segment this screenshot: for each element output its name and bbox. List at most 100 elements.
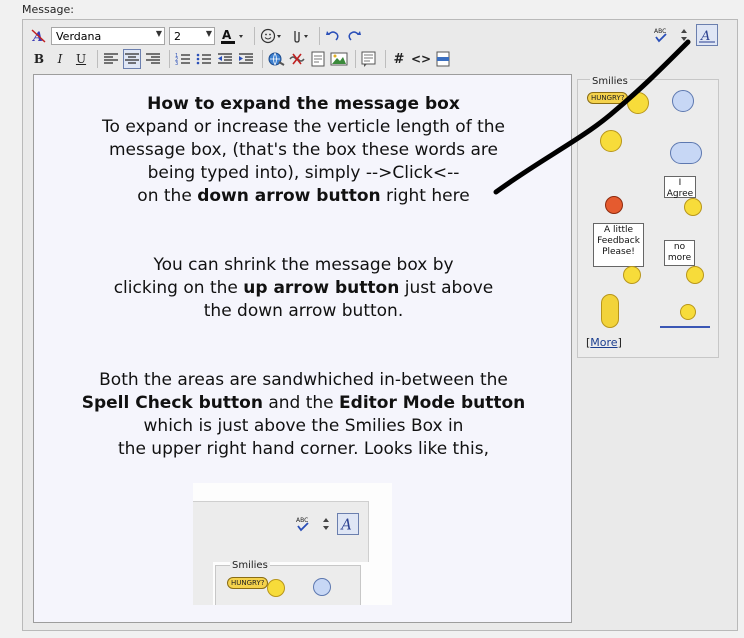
quote-icon [361,51,376,67]
ordered-list-button[interactable]: 123 [174,49,192,69]
inset-editor-edge [193,561,213,605]
resize-arrows-button[interactable] [675,25,693,45]
remove-format-icon[interactable]: A [30,26,48,46]
align-center-icon [125,53,139,64]
hungry-smilie[interactable]: HUNGRY? [587,92,629,104]
inset-smilies-title: Smilies [230,560,270,571]
font-size-select[interactable]: 2 ▼ [169,27,215,45]
align-left-button[interactable] [102,49,120,69]
unordered-list-button[interactable] [195,49,213,69]
font-name-select[interactable]: Verdana ▼ [51,27,165,45]
message-line: being typed into), simply -->Click<-- [147,163,460,183]
remove-link-button[interactable] [288,49,306,69]
message-line: You can shrink the message box by [153,255,454,275]
globe-link-icon [268,52,285,66]
image-icon [330,52,348,66]
insert-hash-button[interactable]: # [390,49,408,69]
message-line: the upper right hand corner. Looks like … [118,439,489,459]
italic-button[interactable]: I [51,49,69,69]
toolbar-divider [385,50,386,68]
align-left-icon [104,53,118,64]
svg-text:3: 3 [175,61,178,66]
chevron-down-icon: ▼ [155,29,162,38]
align-center-button[interactable] [123,49,141,69]
svg-text:ABC: ABC [296,517,308,524]
message-line: message box, (that's the box these words… [108,140,499,160]
message-line: Both the areas are sandwhiched in-betwee… [99,370,508,390]
banana-smilie[interactable] [601,294,619,328]
editor-mode-icon: A [699,29,715,44]
agree-sign-smilie[interactable]: I Agree [664,176,696,199]
group-thumbs-smilie[interactable] [670,142,702,164]
message-line: Spell Check button and the Editor Mode b… [81,393,526,413]
insert-image-button[interactable] [330,49,348,69]
message-line: which is just above the Smilies Box in [143,416,464,436]
spell-check-icon: ABC [654,28,667,43]
spell-check-icon: ABC [296,517,309,532]
toolbar-divider [169,50,170,68]
feedback-sign-smilie[interactable]: A little Feedback Please! [593,223,644,267]
insert-php-button[interactable] [434,49,452,69]
hungry-smilie-face [267,579,285,597]
bold-button[interactable]: B [30,49,48,69]
feedback-sign-face [623,266,641,284]
font-size-value: 2 [174,29,181,43]
insert-email-button[interactable] [309,49,327,69]
undo-button[interactable] [324,26,342,46]
message-line: the down arrow button. [203,301,404,321]
message-label: Message: [22,3,74,16]
indent-button[interactable] [237,49,255,69]
chevron-down-icon: ▼ [205,29,212,38]
smilies-title: Smilies [590,76,630,87]
smiley-icon [260,28,281,44]
toolbar-right: ABC A [652,24,721,46]
example-screenshot: ABC A Smilies HUNGRY? [193,483,392,605]
wave-smilie[interactable] [600,130,622,152]
insert-link-button[interactable] [267,49,285,69]
message-line: on the down arrow button right here [137,186,470,206]
attach-button[interactable] [288,26,312,46]
toolbar-divider [355,50,356,68]
hungry-smilie: HUNGRY? [227,577,269,589]
text-color-icon: A [221,28,243,44]
hungry-smilie-face[interactable] [627,92,649,114]
insert-code-button[interactable]: <> [411,49,431,69]
quote-button[interactable] [360,49,378,69]
align-right-button[interactable] [144,49,162,69]
insert-smilie-button[interactable] [259,26,285,46]
svg-text:A: A [339,518,351,534]
spell-check-button[interactable]: ABC [652,25,672,45]
redo-button[interactable] [345,26,363,46]
ordered-list-icon: 123 [175,53,190,66]
thumbs-up-smilie [313,578,331,596]
svg-text:A: A [222,28,232,42]
up-down-arrows-icon [323,518,329,530]
redo-icon [348,31,361,41]
editor-mode-button[interactable]: A [696,24,718,46]
more-smilies-link[interactable]: More [590,336,617,349]
toolbar-row-1: A Verdana ▼ 2 ▼ A [30,24,366,48]
agree-sign-face [684,198,702,216]
outdent-button[interactable] [216,49,234,69]
undo-icon [326,31,339,41]
text-color-button[interactable]: A [219,26,247,46]
php-icon [436,51,450,67]
angry-smilie[interactable] [605,196,623,214]
svg-text:ABC: ABC [654,28,666,35]
align-right-icon [146,53,160,64]
jumping-smilie[interactable] [660,298,710,328]
unlink-icon [289,53,305,65]
underline-button[interactable]: U [72,49,90,69]
toolbar-divider [262,50,263,68]
svg-text:A: A [31,30,43,44]
no-more-sign-smilie[interactable]: no more [664,240,695,266]
toolbar-divider [97,50,98,68]
thumbs-up-smilie[interactable] [672,90,694,112]
document-icon [311,51,325,67]
jumping-smilie-face [680,304,696,320]
bullet-list-icon [196,53,211,65]
message-line: clicking on the up arrow button just abo… [113,278,494,298]
smilies-more: [More] [586,336,622,349]
outdent-icon [218,53,232,64]
message-heading: How to expand the message box [147,94,460,114]
